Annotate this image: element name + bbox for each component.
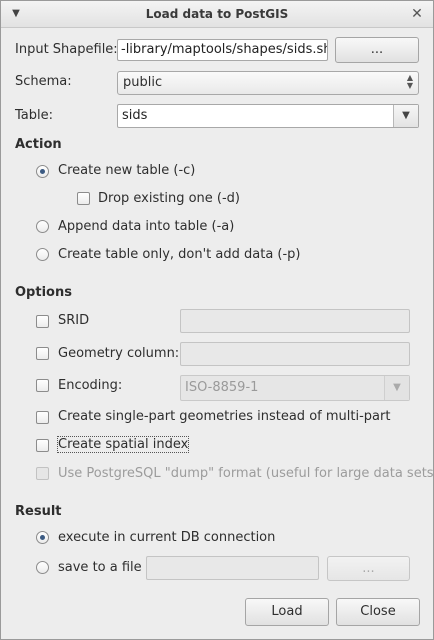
geometry-column-checkbox[interactable] [36, 347, 49, 360]
save-to-file-radio[interactable] [36, 561, 49, 574]
dropdown-arrow-icon[interactable]: ▼ [384, 376, 409, 400]
single-part-checkbox[interactable] [36, 411, 49, 424]
execute-db-radio[interactable] [36, 531, 49, 544]
create-table-only-label: Create table only, don't add data (-p) [58, 247, 301, 262]
append-data-label: Append data into table (-a) [58, 219, 235, 234]
save-file-path-field[interactable] [146, 556, 319, 580]
srid-label: SRID [58, 313, 90, 328]
title-bar: ▼ Load data to PostGIS ✕ [1, 1, 433, 28]
schema-select[interactable]: public ▲ ▼ [117, 71, 419, 95]
close-window-button[interactable]: ✕ [409, 6, 425, 22]
result-heading: Result [15, 504, 62, 519]
updown-arrows-icon: ▲ ▼ [406, 73, 413, 90]
spatial-index-label: Create spatial index [56, 436, 190, 453]
input-shapefile-label: Input Shapefile: [15, 42, 118, 57]
dump-format-label: Use PostgreSQL "dump" format (useful for… [58, 466, 434, 481]
encoding-combo[interactable]: ISO-8859-1 ▼ [180, 375, 410, 401]
create-new-table-label: Create new table (-c) [58, 163, 196, 178]
schema-value: public [123, 75, 163, 90]
drop-existing-label: Drop existing one (-d) [98, 191, 240, 206]
srid-field[interactable] [180, 309, 410, 333]
options-heading: Options [15, 285, 72, 300]
close-icon: ✕ [411, 6, 423, 22]
single-part-label: Create single-part geometries instead of… [58, 409, 391, 424]
append-data-radio[interactable] [36, 220, 49, 233]
browse-save-file-button[interactable]: ... [327, 556, 410, 581]
spatial-index-checkbox[interactable] [36, 439, 49, 452]
execute-db-label: execute in current DB connection [58, 530, 276, 545]
close-button-label: Close [360, 604, 396, 619]
encoding-checkbox[interactable] [36, 379, 49, 392]
dialog-window: ▼ Load data to PostGIS ✕ Input Shapefile… [0, 0, 434, 640]
encoding-label: Encoding: [58, 378, 123, 393]
create-new-table-radio[interactable] [36, 165, 49, 178]
table-value: sids [122, 108, 148, 123]
schema-label: Schema: [15, 74, 72, 89]
load-button-label: Load [271, 604, 303, 619]
save-to-file-label: save to a file [58, 560, 142, 575]
geometry-column-label: Geometry column: [58, 346, 180, 361]
close-button[interactable]: Close [336, 598, 420, 626]
srid-checkbox[interactable] [36, 315, 49, 328]
dropdown-arrow-icon[interactable]: ▼ [393, 105, 418, 127]
load-button[interactable]: Load [245, 598, 329, 626]
input-shapefile-field[interactable]: -library/maptools/shapes/sids.shp [117, 39, 328, 61]
geometry-column-field[interactable] [180, 342, 410, 366]
browse-shapefile-button[interactable]: ... [335, 37, 419, 63]
window-title: Load data to PostGIS [145, 7, 289, 21]
dump-format-checkbox[interactable] [36, 467, 49, 480]
table-combo[interactable]: sids ▼ [117, 104, 419, 128]
encoding-value: ISO-8859-1 [185, 380, 259, 395]
action-heading: Action [15, 137, 62, 152]
table-label: Table: [15, 108, 53, 123]
create-table-only-radio[interactable] [36, 248, 49, 261]
drop-existing-checkbox[interactable] [77, 192, 90, 205]
